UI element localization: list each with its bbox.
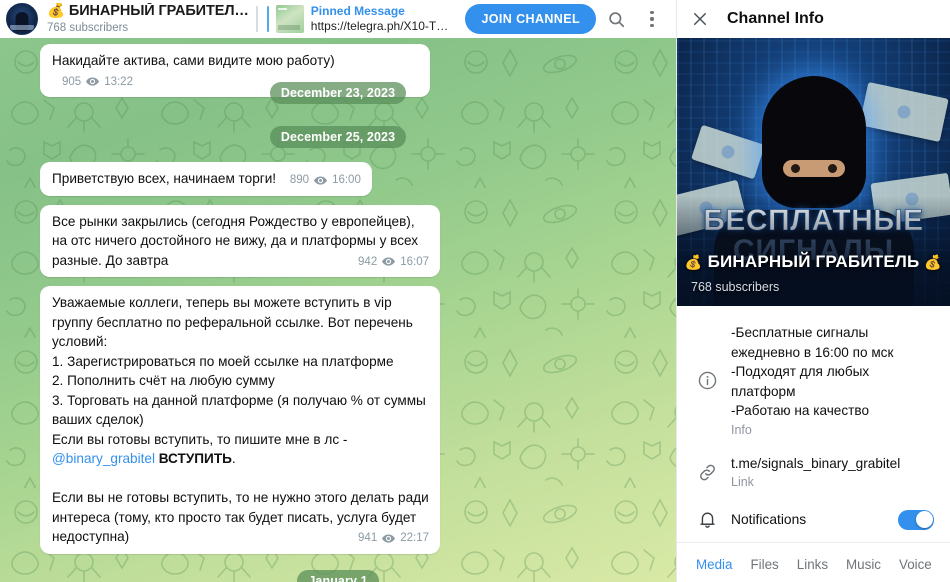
tab-voice[interactable]: Voice xyxy=(890,543,941,582)
message-time: 22:17 xyxy=(400,532,429,544)
eye-icon xyxy=(314,175,328,185)
message-list[interactable]: Накидайте актива, сами видите мою работу… xyxy=(0,38,676,582)
date-divider: December 23, 2023 xyxy=(0,82,676,104)
date-chip[interactable]: January 1 xyxy=(297,569,379,582)
tab-links[interactable]: Links xyxy=(788,543,837,582)
eye-icon xyxy=(382,257,396,266)
message-bubble[interactable]: Все рынки закрылись (сегодня Рождество у… xyxy=(40,204,440,277)
money-bag-icon: 💰 xyxy=(684,253,703,270)
message-text-before: Уважаемые коллеги, теперь вы можете всту… xyxy=(52,295,426,447)
money-bag-icon: 💰 xyxy=(924,253,943,270)
chat-pane: 💰 БИНАРНЫЙ ГРАБИТЕЛ… 768 subscribers Pin… xyxy=(0,0,676,582)
message-meta: 942 16:07 xyxy=(358,255,429,269)
link-icon xyxy=(693,454,721,492)
date-divider: January 1 xyxy=(0,569,676,582)
tab-music[interactable]: Music xyxy=(837,543,890,582)
view-count: 890 xyxy=(289,174,310,186)
channel-description: -Бесплатные сигналы ежедневно в 16:00 по… xyxy=(731,325,894,418)
channel-subscribers: 768 subscribers xyxy=(47,22,129,34)
message-row: Все рынки закрылись (сегодня Рождество у… xyxy=(0,204,676,277)
banner-channel-name: БИНАРНЫЙ ГРАБИТЕЛЬ xyxy=(707,252,920,271)
pinned-thumbnail xyxy=(275,5,304,33)
message-time: 16:00 xyxy=(332,174,361,186)
info-tab-bar: Media Files Links Music Voice xyxy=(677,542,950,582)
info-row-text: t.me/signals_binary_grabitel Link xyxy=(721,454,900,492)
channel-title: 💰 БИНАРНЫЙ ГРАБИТЕЛ… xyxy=(47,3,249,19)
chat-header: 💰 БИНАРНЫЙ ГРАБИТЕЛ… 768 subscribers Pin… xyxy=(0,0,676,38)
message-row: Уважаемые коллеги, теперь вы можете всту… xyxy=(0,286,676,554)
pinned-message[interactable]: Pinned Message https://telegra.ph/X10-TV… xyxy=(266,4,449,34)
info-row-description[interactable]: -Бесплатные сигналы ежедневно в 16:00 по… xyxy=(677,314,950,445)
eye-slit xyxy=(782,160,845,177)
view-count: 941 xyxy=(358,532,378,544)
search-icon[interactable] xyxy=(600,3,632,35)
notifications-toggle[interactable] xyxy=(898,509,934,530)
tab-files[interactable]: Files xyxy=(741,543,787,582)
pinned-accent-bar xyxy=(266,6,269,32)
pinned-texts: Pinned Message https://telegra.ph/X10-TV… xyxy=(311,4,449,34)
banner-subscribers: 768 subscribers xyxy=(691,280,780,294)
date-chip[interactable]: December 25, 2023 xyxy=(269,126,407,148)
info-row-text: -Бесплатные сигналы ежедневно в 16:00 по… xyxy=(721,323,936,439)
message-row: Приветствую всех, начинаем торги! 890 16… xyxy=(0,162,676,196)
message-meta: 941 22:17 xyxy=(358,531,429,545)
telegram-window: 💰 БИНАРНЫЙ ГРАБИТЕЛ… 768 subscribers Pin… xyxy=(0,0,950,582)
date-chip[interactable]: December 23, 2023 xyxy=(269,82,407,104)
info-panel-title: Channel Info xyxy=(727,10,824,27)
message-bubble[interactable]: Уважаемые коллеги, теперь вы можете всту… xyxy=(40,286,440,554)
info-icon xyxy=(693,323,721,439)
toggle-knob xyxy=(915,511,933,528)
message-meta: 890 16:00 xyxy=(290,173,361,187)
message-text: Накидайте актива, сами видите мою работу… xyxy=(52,53,335,68)
join-channel-button[interactable]: JOIN CHANNEL xyxy=(465,4,596,34)
info-row-link[interactable]: t.me/signals_binary_grabitel Link xyxy=(677,445,950,498)
message-text: Приветствую всех, начинаем торги! xyxy=(52,171,277,186)
message-time: 16:07 xyxy=(400,255,429,268)
view-count: 942 xyxy=(358,255,378,268)
notifications-label: Notifications xyxy=(731,512,807,527)
tab-media[interactable]: Media xyxy=(687,543,741,582)
mention-link[interactable]: @binary_grabitel xyxy=(52,451,155,466)
channel-banner-image[interactable]: СИГНАЛЫ БЕСПЛАТНЫЕ 💰 БИНАРНЫЙ ГРАБИТЕЛЬ … xyxy=(677,38,950,306)
info-rows: -Бесплатные сигналы ежедневно в 16:00 по… xyxy=(677,306,950,542)
masked-head xyxy=(761,76,866,208)
notifications-row[interactable]: Notifications xyxy=(677,497,950,542)
message-area: Накидайте актива, сами видите мою работу… xyxy=(0,38,676,582)
more-vertical-icon[interactable] xyxy=(636,3,668,35)
channel-info-panel: Channel Info СИГНАЛЫ БЕСПЛАТНЫЕ 💰 БИНАРН… xyxy=(676,0,950,582)
eye-icon xyxy=(382,533,396,543)
info-row-label: Link xyxy=(731,475,754,489)
date-divider: December 25, 2023 xyxy=(0,126,676,148)
banner-overlay-title: 💰 БИНАРНЫЙ ГРАБИТЕЛЬ 💰 xyxy=(677,252,950,272)
channel-title-block[interactable]: 💰 БИНАРНЫЙ ГРАБИТЕЛ… 768 subscribers xyxy=(47,3,249,35)
bell-icon xyxy=(693,509,721,530)
message-bold: ВСТУПИТЬ xyxy=(154,451,232,466)
pinned-label: Pinned Message xyxy=(310,4,405,18)
kebab-dots xyxy=(650,10,654,28)
channel-avatar[interactable] xyxy=(6,3,38,35)
pinned-preview: https://telegra.ph/X10-TVOEG… xyxy=(310,19,449,33)
message-bubble[interactable]: Приветствую всех, начинаем торги! 890 16… xyxy=(40,162,372,196)
avatar-band xyxy=(10,25,34,30)
close-icon[interactable] xyxy=(683,2,717,36)
info-header: Channel Info xyxy=(677,0,950,38)
channel-link[interactable]: t.me/signals_binary_grabitel xyxy=(731,454,900,474)
info-row-label: Info xyxy=(731,422,752,437)
header-divider xyxy=(255,6,258,32)
